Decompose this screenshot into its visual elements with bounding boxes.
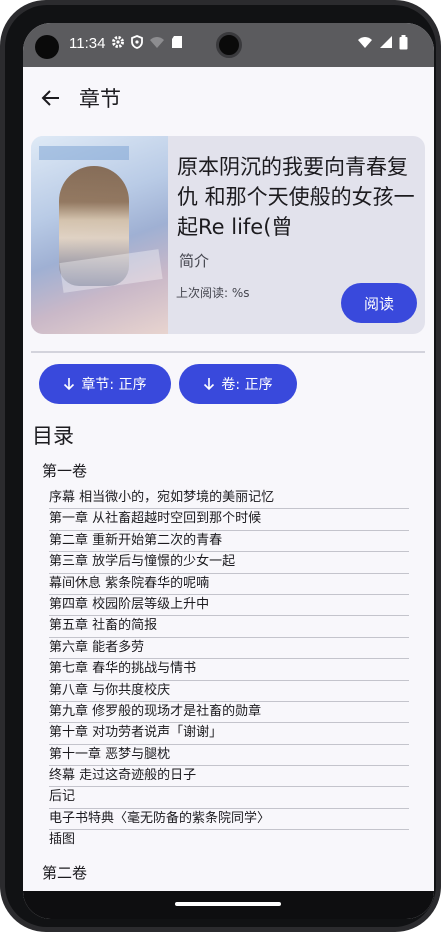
camera-dot (35, 35, 59, 59)
toc-heading: 目录 (32, 424, 74, 448)
chapter-sort-label: 章节: 正序 (81, 377, 147, 393)
chapter-item[interactable]: 插图 (49, 830, 409, 851)
wifi-off-icon (150, 37, 164, 48)
volume-title[interactable]: 第一卷 (42, 460, 87, 481)
volume-sort-label: 卷: 正序 (221, 377, 273, 393)
device-bezel: 11:34 章节 原本阴沉的我要向青春复仇 和那个天使般的女孩一起Re life… (5, 5, 436, 927)
divider (31, 351, 425, 353)
device-frame: 11:34 章节 原本阴沉的我要向青春复仇 和那个天使般的女孩一起Re life… (0, 0, 441, 932)
volume-title[interactable]: 第二卷 (42, 862, 87, 883)
status-time: 11:34 (69, 35, 106, 52)
chapter-item[interactable]: 电子书特典〈毫无防备的紫条院同学〉 (49, 809, 409, 831)
page-title: 章节 (79, 87, 121, 111)
gear-icon (112, 36, 124, 48)
chapter-item[interactable]: 序幕 相当微小的，宛如梦境的美丽记忆 (49, 488, 409, 510)
sd-card-icon (172, 36, 182, 48)
status-icons-right (357, 35, 408, 50)
screen: 11:34 章节 原本阴沉的我要向青春复仇 和那个天使般的女孩一起Re life… (23, 23, 434, 919)
book-card[interactable]: 原本阴沉的我要向青春复仇 和那个天使般的女孩一起Re life(曾 简介 上次阅… (31, 136, 425, 334)
read-button[interactable]: 阅读 (341, 283, 417, 323)
book-cover[interactable] (31, 136, 168, 334)
chapter-sort-button[interactable]: 章节: 正序 (39, 364, 171, 404)
chapter-item[interactable]: 第一章 从社畜超越时空回到那个时候 (49, 509, 409, 531)
chapter-list: 序幕 相当微小的，宛如梦境的美丽记忆 第一章 从社畜超越时空回到那个时候 第二章… (49, 488, 409, 852)
status-icons-left (111, 35, 183, 49)
wifi-icon (358, 37, 372, 48)
chapter-item[interactable]: 第四章 校园阶层等级上升中 (49, 595, 409, 617)
volume-sort-button[interactable]: 卷: 正序 (179, 364, 297, 404)
book-intro-label[interactable]: 简介 (179, 250, 209, 271)
chapter-item[interactable]: 第七章 春华的挑战与情书 (49, 659, 409, 681)
chapter-item[interactable]: 第五章 社畜的简报 (49, 616, 409, 638)
book-title: 原本阴沉的我要向青春复仇 和那个天使般的女孩一起Re life(曾 (177, 155, 415, 239)
signal-icon (380, 36, 392, 48)
arrow-left-icon (41, 90, 59, 106)
chapter-item[interactable]: 第三章 放学后与憧憬的少女一起 (49, 552, 409, 574)
chapter-item[interactable]: 第九章 修罗般的现场才是社畜的勋章 (49, 702, 409, 724)
chapter-item[interactable]: 第六章 能者多劳 (49, 638, 409, 660)
status-bar: 11:34 (23, 23, 434, 67)
battery-icon (399, 35, 408, 50)
chapter-item[interactable]: 第十章 对功劳者说声「谢谢」 (49, 723, 409, 745)
chapter-item[interactable]: 幕间休息 紫条院春华的呢喃 (49, 574, 409, 595)
chapter-item[interactable]: 终幕 走过这奇迹般的日子 (49, 766, 409, 788)
chapter-item[interactable]: 第八章 与你共度校庆 (49, 681, 409, 702)
chapter-item[interactable]: 第十一章 恶梦与腿枕 (49, 745, 409, 767)
front-camera (216, 32, 242, 58)
back-button[interactable] (23, 67, 79, 129)
gesture-nav-handle[interactable] (175, 902, 281, 906)
chapter-item[interactable]: 后记 (49, 787, 409, 809)
arrow-down-icon (204, 378, 215, 391)
chapter-item[interactable]: 第二章 重新开始第二次的青春 (49, 531, 409, 553)
arrow-down-icon (64, 378, 75, 391)
app-bar: 章节 (23, 67, 434, 129)
shield-icon (131, 35, 143, 49)
cover-title-block (39, 146, 129, 160)
last-read-text: 上次阅读: %s (176, 286, 250, 300)
